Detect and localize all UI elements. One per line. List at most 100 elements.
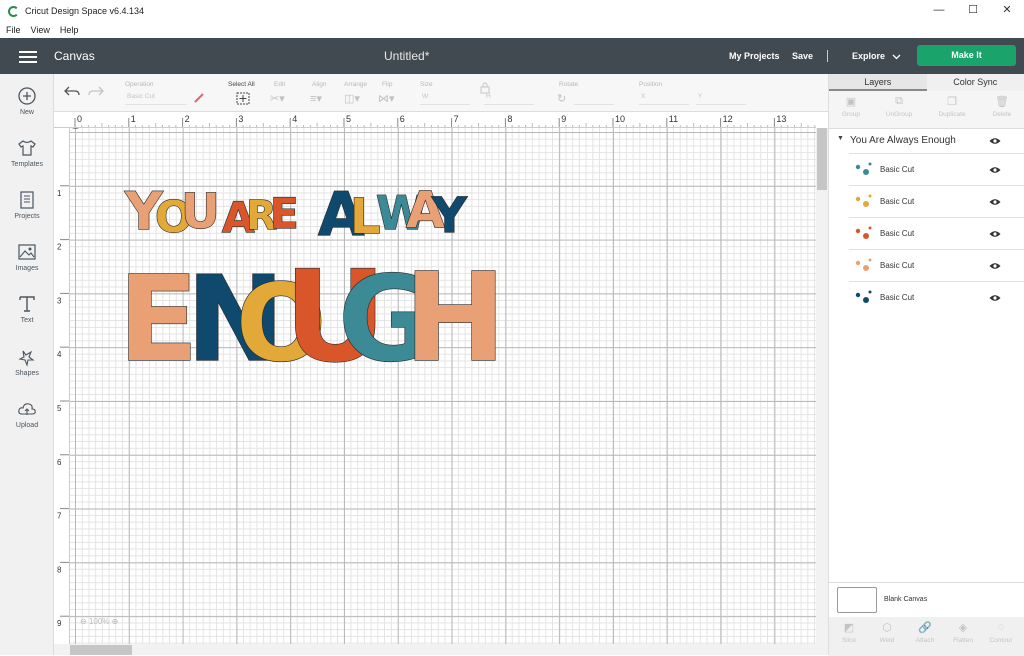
attach-button[interactable]: 🔗Attach — [907, 621, 943, 644]
vertical-ruler: 123456789 — [54, 128, 70, 644]
layer-row[interactable]: Basic Cut — [849, 185, 1024, 217]
image-icon — [17, 242, 37, 262]
make-it-button[interactable]: Make It — [917, 45, 1016, 66]
arrange-icon[interactable]: ◫▾ — [344, 92, 360, 105]
ruler-label: 11 — [669, 114, 678, 124]
width-input[interactable]: W — [420, 93, 470, 105]
minimize-button[interactable]: — — [922, 0, 956, 22]
artwork-letter[interactable]: S — [70, 128, 82, 132]
save-link[interactable]: Save — [792, 51, 813, 61]
vertical-scrollbar[interactable] — [816, 128, 828, 644]
ruler-label: 5 — [346, 114, 351, 124]
rotate-icon[interactable]: ↻ — [557, 92, 566, 105]
delete-button[interactable]: 🗑Delete — [982, 95, 1022, 118]
group-label: Group — [831, 111, 871, 118]
window-titlebar: Cricut Design Space v6.4.134 — ☐ ✕ — [0, 0, 1024, 22]
layer-row[interactable]: Basic Cut — [849, 281, 1024, 313]
header-divider — [827, 50, 828, 62]
rotate-input[interactable] — [574, 93, 614, 105]
align-icon[interactable]: ≡▾ — [310, 92, 322, 105]
caret-down-icon[interactable]: ▼ — [837, 135, 844, 142]
slice-button[interactable]: ◩Slice — [831, 621, 867, 644]
eye-icon[interactable] — [989, 137, 1001, 145]
sidebar-item-new[interactable]: New — [0, 86, 54, 132]
artwork-letter[interactable]: E — [270, 189, 299, 238]
blank-canvas-label: Blank Canvas — [884, 596, 927, 603]
layer-row[interactable]: Basic Cut — [849, 217, 1024, 249]
align-label: Align — [312, 81, 326, 88]
sidebar-item-projects[interactable]: Projects — [0, 190, 54, 236]
sidebar-item-templates[interactable]: Templates — [0, 138, 54, 184]
tab-color-sync[interactable]: Color Sync — [927, 74, 1024, 91]
eye-icon[interactable] — [989, 262, 1001, 270]
maximize-button[interactable]: ☐ — [956, 0, 990, 22]
select-all-icon[interactable] — [236, 92, 250, 105]
delete-label: Delete — [982, 111, 1022, 118]
artwork-you-are-always-enough[interactable]: YOUAREALWAYSENOUGH — [70, 128, 816, 644]
operation-select[interactable]: Basic Cut — [125, 93, 187, 105]
hamburger-menu-icon[interactable] — [19, 51, 37, 63]
zoom-level: 100% — [89, 617, 109, 626]
eye-icon[interactable] — [989, 198, 1001, 206]
horizontal-scrollbar[interactable] — [54, 644, 828, 655]
upload-cloud-icon — [17, 399, 37, 419]
ungroup-button[interactable]: ⧉UnGroup — [879, 95, 919, 118]
eye-icon[interactable] — [989, 166, 1001, 174]
x-input[interactable]: X — [639, 93, 689, 105]
layer-group-row[interactable]: ▼ You Are Always Enough — [829, 130, 1024, 153]
contour-icon: ◌ — [983, 621, 1019, 637]
sidebar-item-text[interactable]: Text — [0, 294, 54, 340]
zoom-control[interactable]: ⊖ 100% ⊕ — [80, 617, 118, 626]
layer-thumbnail — [851, 254, 875, 278]
y-input[interactable]: Y — [696, 93, 746, 105]
contour-label: Contour — [983, 637, 1019, 644]
chevron-down-icon[interactable] — [892, 54, 901, 60]
menu-help[interactable]: Help — [60, 25, 79, 35]
artwork-letter[interactable]: U — [181, 184, 220, 240]
my-projects-link[interactable]: My Projects — [729, 51, 780, 61]
layer-row[interactable]: Basic Cut — [849, 153, 1024, 185]
sidebar-item-shapes[interactable]: Shapes — [0, 347, 54, 393]
explore-link[interactable]: Explore — [852, 51, 885, 61]
eye-icon[interactable] — [989, 294, 1001, 302]
contour-button[interactable]: ◌Contour — [983, 621, 1019, 644]
flatten-label: Flatten — [945, 637, 981, 644]
scroll-thumb[interactable] — [817, 128, 827, 190]
flip-icon[interactable]: ⋈▾ — [378, 92, 395, 105]
design-canvas[interactable]: YOUAREALWAYSENOUGH ⊖ 100% ⊕ — [70, 128, 816, 644]
weld-button[interactable]: ⬡Weld — [869, 621, 905, 644]
flatten-button[interactable]: ◈Flatten — [945, 621, 981, 644]
size-label: Size — [420, 81, 433, 88]
sidebar-item-images[interactable]: Images — [0, 242, 54, 288]
menu-file[interactable]: File — [6, 25, 21, 35]
tab-layers[interactable]: Layers — [829, 74, 927, 91]
layer-name: Basic Cut — [880, 261, 914, 270]
duplicate-icon: ❐ — [932, 95, 972, 111]
group-icon: ▣ — [831, 95, 871, 111]
sidebar-item-upload[interactable]: Upload — [0, 399, 54, 445]
document-title[interactable]: Untitled* — [384, 49, 429, 63]
redo-icon[interactable] — [88, 84, 104, 98]
ruler-label: 2 — [185, 114, 190, 124]
close-button[interactable]: ✕ — [990, 0, 1024, 22]
blank-canvas-swatch[interactable] — [837, 587, 877, 613]
menu-view[interactable]: View — [31, 25, 50, 35]
sidebar-label: Projects — [0, 213, 54, 220]
ruler-label: 6 — [400, 114, 405, 124]
scissors-icon[interactable]: ✂▾ — [270, 92, 285, 105]
duplicate-button[interactable]: ❐Duplicate — [932, 95, 972, 118]
layer-thumbnail — [851, 286, 875, 310]
eye-icon[interactable] — [989, 230, 1001, 238]
layer-row[interactable]: Basic Cut — [849, 249, 1024, 281]
sidebar-label: Text — [0, 317, 54, 324]
pen-color-icon[interactable] — [193, 92, 205, 104]
scroll-thumb[interactable] — [70, 645, 132, 655]
height-input[interactable]: H — [484, 93, 534, 105]
artwork-letter[interactable]: H — [404, 247, 506, 389]
undo-icon[interactable] — [64, 84, 80, 98]
text-icon — [17, 294, 37, 314]
artwork-letter[interactable]: Y — [431, 188, 468, 244]
arrange-label: Arrange — [344, 81, 367, 88]
group-button[interactable]: ▣Group — [831, 95, 871, 118]
ruler-label: 1 — [131, 114, 136, 124]
